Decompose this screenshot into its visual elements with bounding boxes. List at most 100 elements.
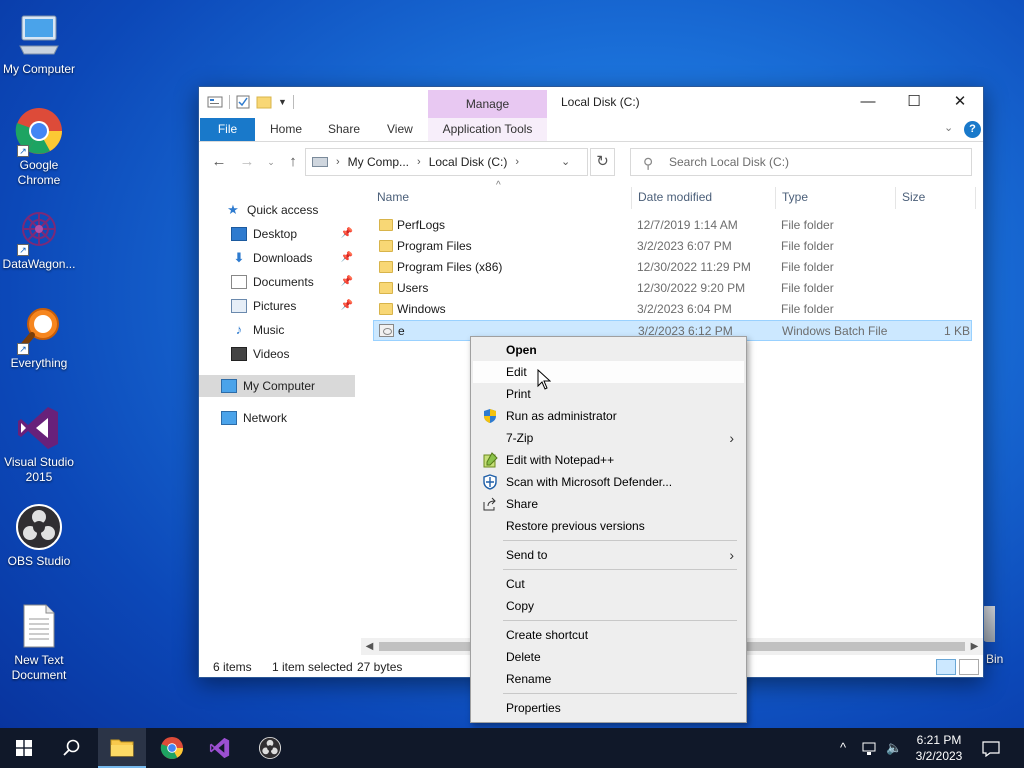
context-menu: Open Edit Print Run as administrator 7-Z… [470,336,747,723]
menu-item-rename[interactable]: Rename [473,668,744,690]
column-name[interactable]: Name [371,187,632,209]
menu-item-scan-defender[interactable]: Scan with Microsoft Defender... [473,471,744,493]
title-bar[interactable]: ▼ Manage Local Disk (C:) — ☐ ✕ [199,87,983,118]
tab-file[interactable]: File [200,118,255,141]
column-date-modified[interactable]: Date modified [632,187,776,209]
large-icons-view-icon[interactable] [959,659,979,675]
nav-desktop[interactable]: Desktop 📌 [231,223,355,245]
file-row[interactable]: Users 12/30/2022 9:20 PM File folder [373,278,972,299]
recycle-bin-icon[interactable] [983,606,995,642]
start-button[interactable] [0,728,48,768]
desktop-icon-obs[interactable]: OBS Studio [0,502,78,569]
checkbox-icon[interactable] [236,95,250,109]
menu-item-print[interactable]: Print [473,383,744,405]
menu-item-edit-notepadpp[interactable]: Edit with Notepad++ [473,449,744,471]
menu-item-open[interactable]: Open [473,339,744,361]
scroll-right-icon[interactable]: ▶ [966,638,983,655]
menu-item-properties[interactable]: Properties [473,697,744,719]
pin-icon[interactable]: 📌 [341,295,353,317]
pin-icon[interactable]: 📌 [341,271,353,293]
properties-icon[interactable] [207,95,223,109]
submenu-arrow-icon: › [729,547,734,563]
column-size[interactable]: Size [896,187,976,209]
expand-ribbon-icon[interactable]: ⌄ [944,121,953,134]
search-button[interactable] [48,728,96,768]
menu-item-cut[interactable]: Cut [473,573,744,595]
breadcrumb-separator-icon[interactable]: › [336,156,340,168]
menu-item-create-shortcut[interactable]: Create shortcut [473,624,744,646]
menu-item-share[interactable]: Share [473,493,744,515]
tab-manage[interactable]: Manage [428,90,547,118]
tab-application-tools[interactable]: Application Tools [428,118,547,141]
menu-label: Cut [506,577,525,591]
refresh-button[interactable]: ↻ [590,148,615,176]
network-status-icon[interactable] [862,728,878,768]
search-input[interactable]: ⚲ Search Local Disk (C:) [630,148,972,176]
file-row[interactable]: Windows 3/2/2023 6:04 PM File folder [373,299,972,320]
help-icon[interactable]: ? [964,121,981,138]
nav-label: Pictures [253,299,297,313]
new-folder-icon[interactable] [256,95,272,109]
tab-home[interactable]: Home [270,118,302,141]
menu-item-restore-previous[interactable]: Restore previous versions [473,515,744,537]
recent-locations-icon[interactable]: ⌄ [261,152,281,172]
desktop-icon-everything[interactable]: ↗ Everything [0,304,78,371]
pin-icon[interactable]: 📌 [341,223,353,245]
nav-label: Music [253,323,285,337]
tab-share[interactable]: Share [328,118,360,141]
column-type[interactable]: Type [776,187,896,209]
menu-item-send-to[interactable]: Send to › [473,544,744,566]
close-button[interactable]: ✕ [937,87,983,117]
recycle-bin-label[interactable]: Bin [986,652,1003,666]
menu-item-7zip[interactable]: 7-Zip › [473,427,744,449]
nav-music[interactable]: ♪ Music [231,319,355,341]
taskbar-file-explorer[interactable] [98,728,146,768]
taskbar-chrome[interactable] [148,728,196,768]
maximize-button[interactable]: ☐ [891,87,937,117]
breadcrumb-separator-icon[interactable]: › [417,156,421,168]
nav-pictures[interactable]: Pictures 📌 [231,295,355,317]
nav-downloads[interactable]: ⬇ Downloads 📌 [231,247,355,269]
qat-dropdown-icon[interactable]: ▼ [278,97,287,107]
desktop-icon-my-computer[interactable]: My Computer [0,10,78,77]
taskbar-visual-studio[interactable] [196,728,244,768]
desktop-icon-datawagon[interactable]: ↗ DataWagon... [0,205,78,272]
scroll-left-icon[interactable]: ◀ [361,638,378,655]
nav-my-computer[interactable]: My Computer [199,375,355,397]
nav-documents[interactable]: Documents 📌 [231,271,355,293]
breadcrumb-my-computer[interactable]: My Comp... [348,155,409,169]
pictures-icon [231,299,247,313]
desktop-icon-label: My Computer [2,62,76,76]
file-row[interactable]: Program Files (x86) 12/30/2022 11:29 PM … [373,257,972,278]
nav-videos[interactable]: Videos [231,343,355,365]
menu-item-run-as-admin[interactable]: Run as administrator [473,405,744,427]
menu-item-edit[interactable]: Edit [473,361,744,383]
taskbar-obs[interactable] [246,728,294,768]
menu-item-delete[interactable]: Delete [473,646,744,668]
volume-icon[interactable]: 🔈 [886,728,902,768]
system-clock[interactable]: 6:21 PM 3/2/2023 [904,732,974,764]
back-button[interactable]: ← [209,152,229,172]
chrome-icon [160,736,184,760]
details-view-icon[interactable] [936,659,956,675]
pin-icon[interactable]: 📌 [341,247,353,269]
desktop-icon-chrome[interactable]: ↗ Google Chrome [0,106,78,188]
file-row[interactable]: PerfLogs 12/7/2019 1:14 AM File folder [373,215,972,236]
nav-label: Desktop [253,227,298,241]
notifications-icon[interactable] [982,728,1000,768]
breadcrumb-separator-icon[interactable]: › [515,156,519,168]
nav-quick-access[interactable]: ★ Quick access [225,199,355,221]
up-button[interactable]: ↑ [283,152,303,172]
tab-view[interactable]: View [387,118,413,141]
show-hidden-icons-icon[interactable]: ^ [840,728,846,768]
nav-network[interactable]: Network [221,407,355,429]
desktop-icon-new-text-document[interactable]: New Text Document [0,601,78,683]
breadcrumb-local-disk[interactable]: Local Disk (C:) [429,155,508,169]
minimize-button[interactable]: — [845,87,891,117]
file-row[interactable]: Program Files 3/2/2023 6:07 PM File fold… [373,236,972,257]
address-bar[interactable]: › My Comp... › Local Disk (C:) › [305,148,588,176]
desktop-icon-visual-studio[interactable]: Visual Studio 2015 [0,403,78,485]
menu-item-copy[interactable]: Copy [473,595,744,617]
forward-button[interactable]: → [237,152,257,172]
address-dropdown-icon[interactable]: ⌄ [561,155,570,168]
